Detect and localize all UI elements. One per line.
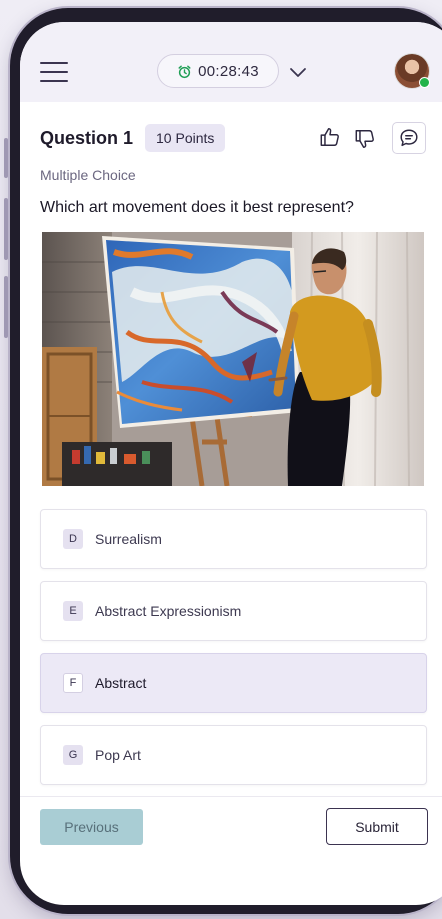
thumbs-up-icon[interactable]	[319, 126, 341, 148]
option-label: Abstract Expressionism	[95, 603, 242, 619]
online-status-dot	[419, 77, 430, 88]
question-title: Question 1	[40, 127, 134, 148]
footer-divider	[20, 796, 442, 797]
option-label: Pop Art	[95, 747, 141, 763]
option-letter-badge: D	[63, 529, 83, 549]
comment-button[interactable]	[392, 122, 426, 154]
option-label: Surrealism	[95, 531, 162, 547]
timer-pill[interactable]: 00:28:43	[157, 54, 279, 88]
user-avatar[interactable]	[395, 54, 430, 88]
answer-option-g[interactable]: G Pop Art	[40, 725, 427, 785]
hamburger-menu-icon[interactable]	[40, 62, 68, 84]
top-bar: 00:28:43	[20, 22, 442, 102]
thumbs-down-icon[interactable]	[354, 128, 376, 150]
chevron-down-icon[interactable]	[288, 62, 308, 82]
option-letter-badge: E	[63, 601, 83, 621]
timer-text: 00:28:43	[198, 62, 259, 80]
comment-icon	[400, 129, 418, 147]
alarm-clock-icon	[178, 65, 191, 78]
previous-button[interactable]: Previous	[40, 809, 143, 845]
option-label: Abstract	[95, 675, 147, 691]
phone-side-button	[4, 276, 8, 338]
question-text: Which art movement does it best represen…	[40, 199, 354, 216]
option-letter-badge: G	[63, 745, 83, 765]
question-artwork-image	[42, 232, 424, 486]
points-badge: 10 Points	[145, 124, 226, 152]
option-letter-badge: F	[63, 673, 83, 693]
answer-option-e[interactable]: E Abstract Expressionism	[40, 581, 427, 641]
answer-option-f[interactable]: F Abstract	[40, 653, 427, 713]
question-type: Multiple Choice	[40, 167, 136, 183]
phone-side-button	[4, 138, 8, 178]
phone-side-button	[4, 198, 8, 260]
painting-scene-illustration	[42, 232, 424, 486]
app-screen: 00:28:43 Question 1 10 Points Multiple C…	[20, 22, 442, 905]
question-header: Question 1 10 Points	[40, 122, 226, 154]
submit-button[interactable]: Submit	[326, 808, 428, 845]
answer-option-d[interactable]: D Surrealism	[40, 509, 427, 569]
